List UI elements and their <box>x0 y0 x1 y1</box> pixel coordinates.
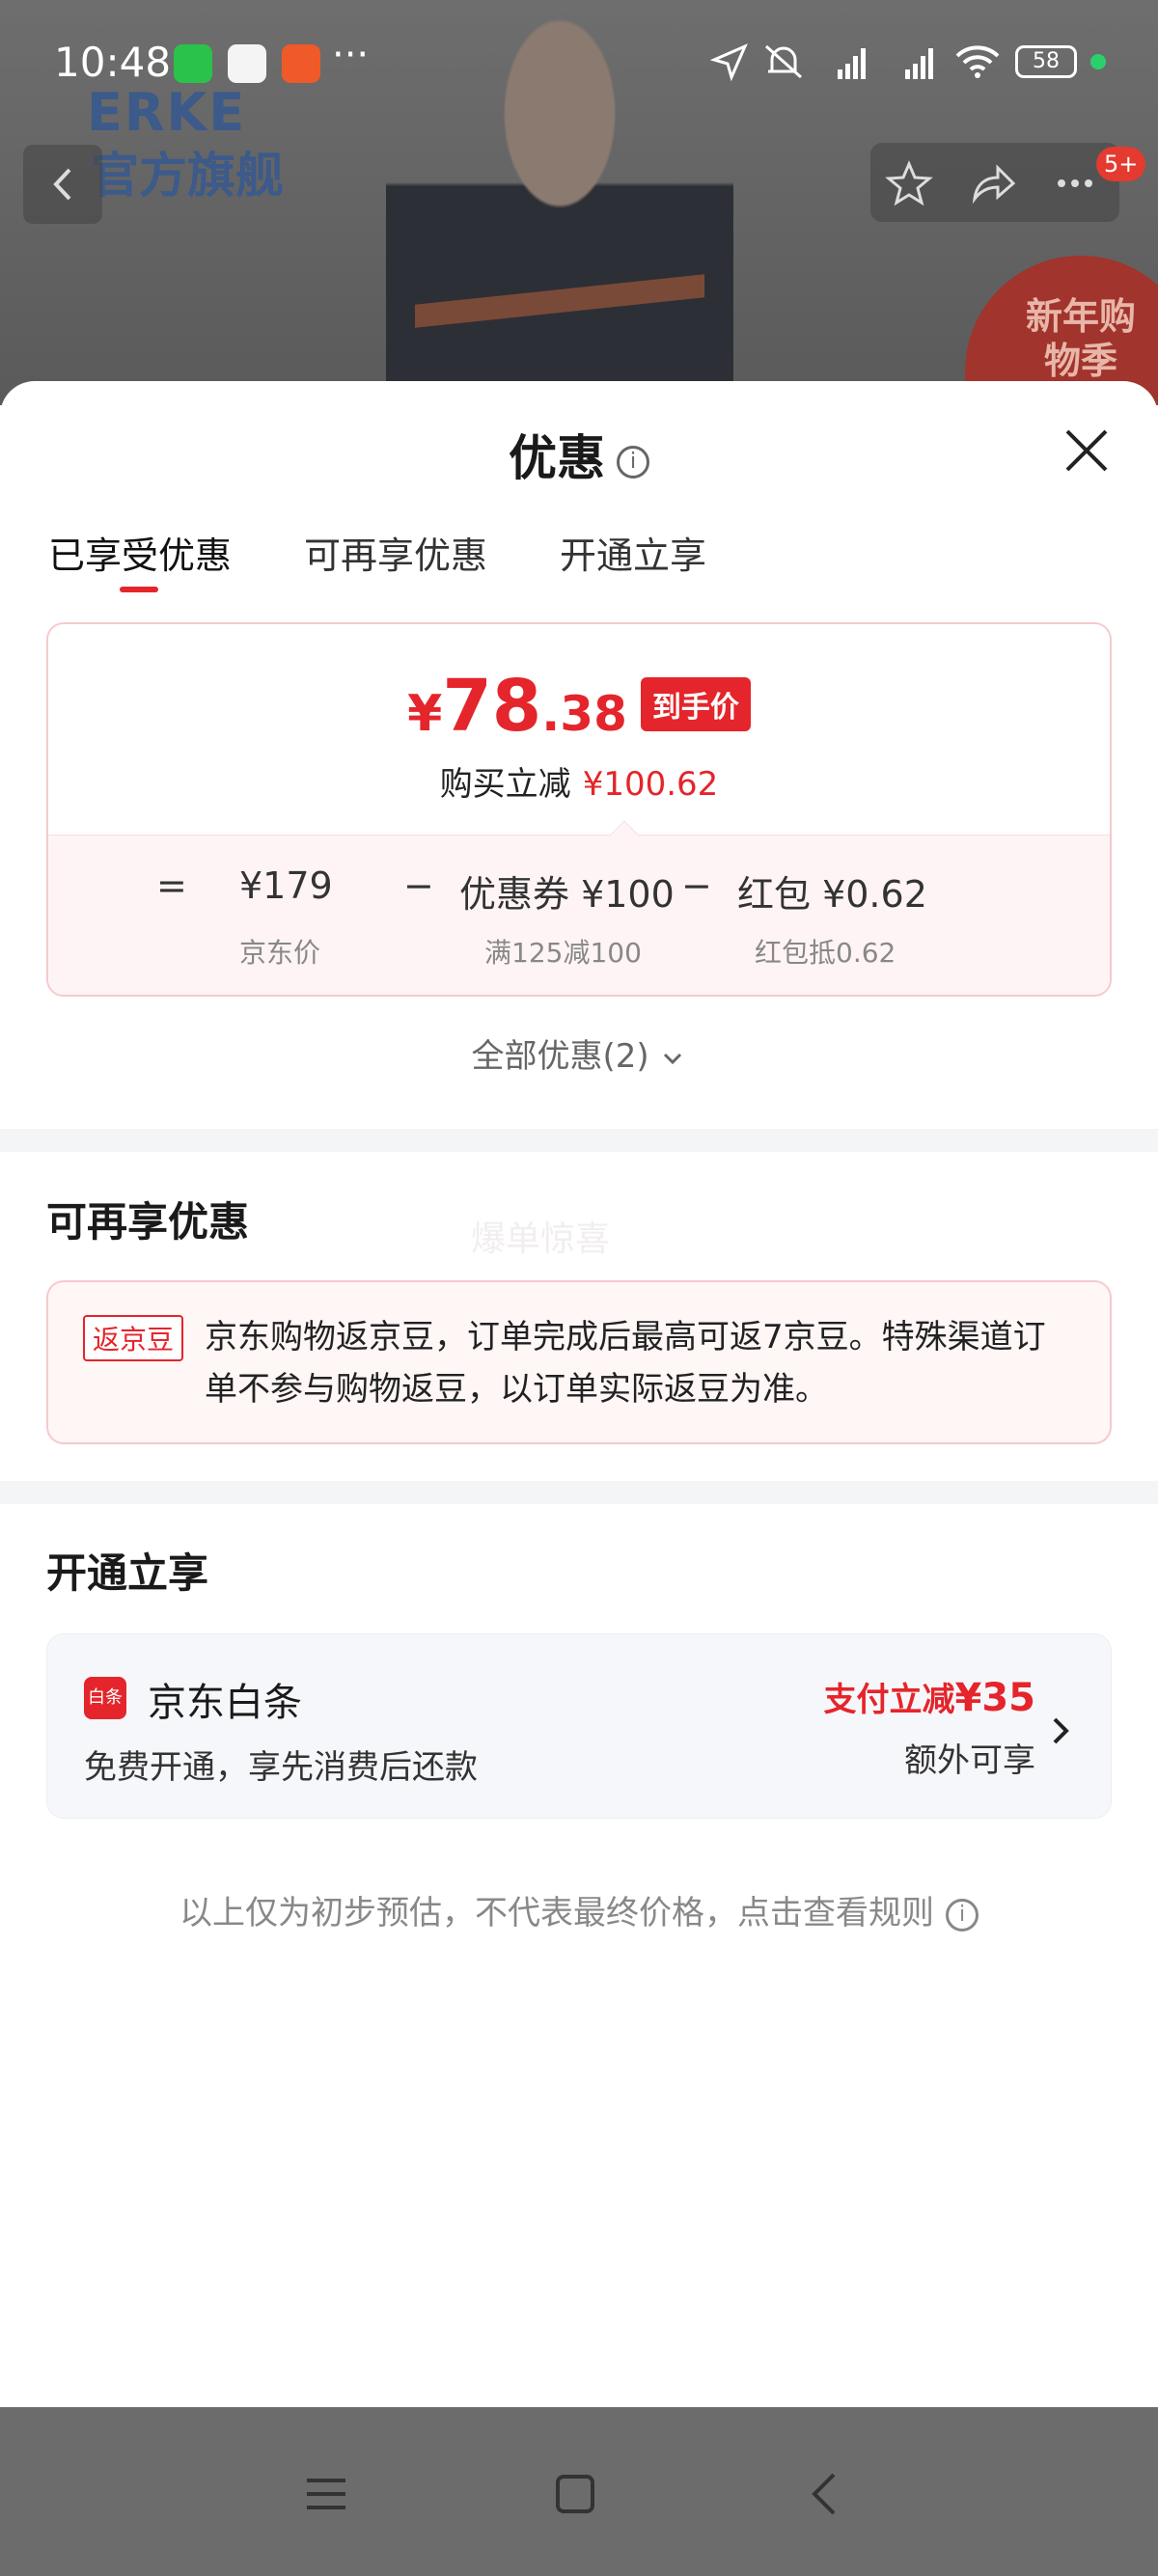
menu-icon[interactable] <box>297 2465 355 2523</box>
minus-sign: − <box>403 864 434 907</box>
price-currency: ¥ <box>407 685 443 743</box>
tab-enjoyed[interactable]: 已享受优惠 <box>48 526 232 579</box>
jingdou-rebate-card: 返京豆 京东购物返京豆，订单完成后最高可返7京豆。特殊渠道订单不参与购物返豆，以… <box>46 1280 1112 1444</box>
baitiao-promo-value: ¥35 <box>954 1676 1036 1720</box>
discount-value: ¥100.62 <box>582 765 719 804</box>
redpacket-label: 红包抵0.62 <box>755 937 896 969</box>
brand-subtitle: 官方旗舰 <box>91 148 284 204</box>
back-button[interactable] <box>23 145 102 224</box>
nav-back-icon[interactable] <box>797 2465 855 2523</box>
status-bar: 10:48 ··· 58 <box>0 29 1158 96</box>
baitiao-extra: 额外可享 <box>904 1741 1035 1780</box>
jd-price-value: ¥179 <box>239 864 333 907</box>
baitiao-description: 免费开通，享先消费后还款 <box>84 1748 478 1787</box>
price-summary: ¥78.38 到手价 购买立减 ¥100.62 <box>48 624 1110 835</box>
price-decimal: .38 <box>541 686 627 742</box>
active-tab-indicator <box>120 587 158 592</box>
coupon-label: 满125减100 <box>484 937 642 969</box>
star-icon[interactable] <box>884 158 934 208</box>
coupon-value: 优惠券 ¥100 <box>459 873 675 916</box>
sheet-title: 优惠 <box>509 430 605 486</box>
location-icon <box>710 43 748 81</box>
jingdou-description: 京东购物返京豆，订单完成后最高可返7京豆。特殊渠道订单不参与购物返豆，以订单实际… <box>205 1318 1046 1409</box>
price-breakdown: = ¥179 京东价 − 优惠券 ¥100 满125减100 − 红包 ¥0.6… <box>48 835 1110 995</box>
baitiao-card[interactable]: 白条 京东白条 免费开通，享先消费后还款 支付立减¥35 额外可享 <box>46 1633 1112 1819</box>
sheet-title-row: 优惠 i <box>0 420 1158 489</box>
section-title-open: 开通立享 <box>46 1549 209 1597</box>
close-icon[interactable] <box>1060 424 1114 478</box>
battery-indicator: 58 <box>1015 45 1077 78</box>
section-divider <box>0 1129 1158 1152</box>
section-title-more: 可再享优惠 <box>46 1198 250 1246</box>
watermark-text: 爆单惊喜 <box>471 1219 611 1259</box>
jingdou-tag: 返京豆 <box>83 1315 184 1361</box>
home-icon[interactable] <box>546 2465 604 2523</box>
app-notification-icon <box>228 44 266 83</box>
all-offers-label: 全部优惠(2) <box>471 1037 649 1076</box>
rules-disclaimer[interactable]: 以上仅为初步预估，不代表最终价格，点击查看规则 i <box>0 1886 1158 1933</box>
redpacket-value: 红包 ¥0.62 <box>737 873 927 916</box>
baitiao-promo-prefix: 支付立减 <box>823 1681 955 1719</box>
wifi-icon <box>955 45 1000 78</box>
promo-badge-text: 新年购物季 <box>1025 295 1136 382</box>
jd-price-label: 京东价 <box>239 937 321 969</box>
chevron-right-icon <box>1053 1717 1069 1744</box>
privacy-indicator <box>1090 54 1106 69</box>
offers-sheet: 优惠 i 已享受优惠 可再享优惠 开通立享 ¥78.38 到手价 购买立减 ¥100.… <box>0 381 1158 2407</box>
discount-line: 购买立减 ¥100.62 <box>48 757 1110 805</box>
baitiao-icon: 白条 <box>84 1677 126 1719</box>
system-navigation-bar <box>0 2407 1158 2576</box>
all-offers-toggle[interactable]: 全部优惠(2) <box>0 1029 1158 1077</box>
baitiao-promo: 支付立减¥35 额外可享 <box>824 1673 1036 1781</box>
app-notification-icon-2 <box>282 44 320 83</box>
info-icon[interactable]: i <box>617 445 649 479</box>
minus-sign-2: − <box>681 864 712 907</box>
more-icon[interactable] <box>1050 158 1100 208</box>
status-time: 10:48 <box>54 39 172 86</box>
wechat-icon <box>174 44 212 83</box>
section-divider-2 <box>0 1481 1158 1504</box>
status-icons: 58 <box>710 42 1106 81</box>
baitiao-name: 京东白条 <box>148 1681 302 1725</box>
chevron-left-icon <box>53 168 71 201</box>
mute-icon <box>765 44 802 79</box>
notification-badge: 5+ <box>1096 147 1146 181</box>
tab-more-available[interactable]: 可再享优惠 <box>304 526 487 579</box>
chevron-down-icon <box>664 1053 682 1064</box>
share-icon[interactable] <box>967 158 1017 208</box>
baitiao-promo-line: 支付立减¥35 <box>824 1673 1036 1720</box>
equals-sign: = <box>156 864 187 907</box>
more-notifications-icon: ··· <box>332 33 370 77</box>
final-price-tag: 到手价 <box>640 677 751 731</box>
signal-icon-2 <box>905 48 933 79</box>
price-card: ¥78.38 到手价 购买立减 ¥100.62 = ¥179 京东价 − 优惠券 ¥… <box>46 622 1112 997</box>
rules-info-icon: i <box>946 1898 979 1932</box>
price-integer: 78 <box>442 665 542 748</box>
signal-icon <box>838 48 866 79</box>
tab-open-to-enjoy[interactable]: 开通立享 <box>560 526 706 579</box>
discount-label: 购买立减 <box>439 765 571 804</box>
top-action-group <box>870 143 1119 222</box>
disclaimer-text: 以上仅为初步预估，不代表最终价格，点击查看规则 <box>179 1894 934 1932</box>
final-price: ¥78.38 到手价 <box>48 665 1110 748</box>
offer-tabs: 已享受优惠 可再享优惠 开通立享 <box>48 526 706 579</box>
